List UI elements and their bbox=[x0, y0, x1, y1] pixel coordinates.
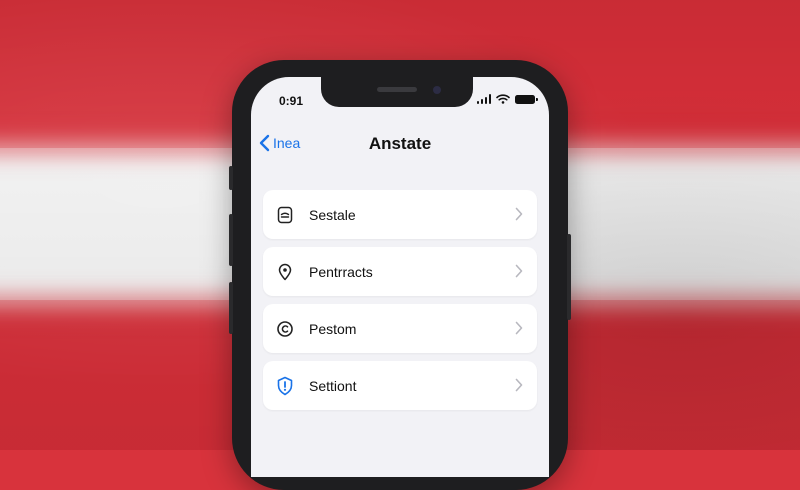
volume-down-button bbox=[229, 282, 233, 334]
settings-row-settiont[interactable]: Settiont bbox=[263, 361, 537, 410]
settings-row-sestale[interactable]: Sestale bbox=[263, 190, 537, 239]
cellular-signal-icon bbox=[476, 94, 491, 104]
settings-row-pestom[interactable]: Pestom bbox=[263, 304, 537, 353]
chevron-right-icon bbox=[515, 207, 523, 221]
chevron-right-icon bbox=[515, 378, 523, 392]
settings-row-label: Pentrracts bbox=[309, 263, 373, 280]
settings-row-label: Sestale bbox=[309, 206, 356, 223]
settings-row-label: Pestom bbox=[309, 320, 357, 337]
shield-icon bbox=[273, 374, 297, 398]
settings-list: Sestale Pentrracts Pestom Settiont bbox=[263, 190, 537, 418]
mute-switch bbox=[229, 166, 233, 190]
settings-row-pentrracts[interactable]: Pentrracts bbox=[263, 247, 537, 296]
privacy-icon bbox=[273, 317, 297, 341]
status-time: 0:91 bbox=[279, 94, 304, 108]
front-camera bbox=[433, 86, 441, 94]
settings-row-label: Settiont bbox=[309, 377, 357, 394]
phone-screen: 0:91 Inea Anstate Sestale Pentrracts Pes… bbox=[251, 77, 549, 477]
chevron-right-icon bbox=[515, 321, 523, 335]
power-button bbox=[567, 234, 571, 320]
volume-up-button bbox=[229, 214, 233, 266]
wifi-icon bbox=[496, 94, 510, 104]
speaker-grille bbox=[377, 87, 417, 92]
card-icon bbox=[273, 203, 297, 227]
battery-icon bbox=[515, 94, 538, 104]
chevron-right-icon bbox=[515, 264, 523, 278]
page-title: Anstate bbox=[368, 134, 432, 153]
status-icons bbox=[476, 94, 538, 104]
location-pin-icon bbox=[273, 260, 297, 284]
notch bbox=[321, 77, 473, 107]
